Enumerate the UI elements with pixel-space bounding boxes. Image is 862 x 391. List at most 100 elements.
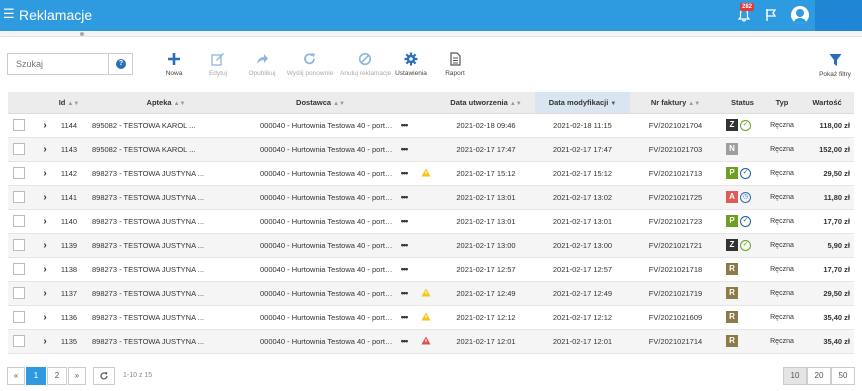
row-checkbox-cell	[8, 233, 36, 258]
expand-row-icon[interactable]: ›	[36, 257, 54, 282]
table-row[interactable]: › 1139 898273 - TESTOWA JUSTYNA ... 000040 …	[8, 233, 854, 258]
refresh-icon	[304, 53, 315, 65]
column-header-modified[interactable]: Data modyfikacji ▼	[535, 92, 630, 114]
page-size-10[interactable]: 10	[783, 367, 807, 385]
row-checkbox[interactable]	[13, 215, 25, 227]
expand-row-icon[interactable]: ›	[36, 233, 54, 258]
page-1-button[interactable]: 1	[26, 367, 46, 385]
row-checkbox[interactable]	[13, 239, 25, 251]
page-size-50[interactable]: 50	[831, 367, 855, 385]
row-actions-button[interactable]: •••	[393, 209, 415, 234]
row-actions-button[interactable]: •••	[393, 281, 415, 306]
row-delivery: 000040 - Hurtownia Testowa 40 - portal E…	[248, 257, 393, 282]
row-type: Ręczna	[764, 233, 800, 258]
row-checkbox[interactable]	[13, 191, 25, 203]
column-header-created[interactable]: Data utworzenia ▲▼	[437, 92, 535, 114]
column-header-value[interactable]: Wartość	[800, 92, 854, 114]
row-checkbox[interactable]	[13, 311, 25, 323]
column-header-id[interactable]: Id ▲▼	[54, 92, 84, 114]
user-menu[interactable]	[815, 0, 862, 31]
row-status: Z ✓	[721, 113, 764, 138]
column-header-pharmacy[interactable]: Apteka ▲▼	[84, 92, 248, 114]
row-created: 2021-02-17 12:12	[437, 305, 535, 330]
row-type: Ręczna	[764, 161, 800, 186]
row-value: 29,50 zł	[800, 161, 854, 186]
show-filters-button[interactable]: Pokaż filtry	[813, 53, 857, 78]
sort-icon: ▲▼	[173, 100, 186, 107]
search-input[interactable]	[7, 53, 108, 75]
table-row[interactable]: › 1140 898273 - TESTOWA JUSTYNA ... 000040 …	[8, 209, 854, 234]
report-button[interactable]: Raport	[430, 52, 480, 77]
row-checkbox[interactable]	[13, 143, 25, 155]
row-warning	[415, 281, 437, 306]
expand-row-icon[interactable]: ›	[36, 305, 54, 330]
row-checkbox[interactable]	[13, 167, 25, 179]
user-avatar-icon[interactable]	[791, 6, 809, 24]
column-header-invoice[interactable]: Nr faktury ▲▼	[630, 92, 721, 114]
row-warning	[415, 305, 437, 330]
row-status: P ✓	[721, 161, 764, 186]
refresh-button[interactable]	[93, 367, 115, 385]
row-warning	[415, 233, 437, 258]
row-actions-button[interactable]: •••	[393, 161, 415, 186]
row-checkbox[interactable]	[13, 263, 25, 275]
row-actions-button[interactable]: •••	[393, 233, 415, 258]
gear-icon	[404, 52, 418, 66]
settings-button[interactable]: Ustawienia	[386, 52, 436, 77]
table-row[interactable]: › 1136 898273 - TESTOWA JUSTYNA ... 000040 …	[8, 305, 854, 330]
document-icon	[450, 52, 461, 66]
table-row[interactable]: › 1137 898273 - TESTOWA JUSTYNA ... 000040 …	[8, 281, 854, 306]
expand-row-icon[interactable]: ›	[36, 281, 54, 306]
page-size-20[interactable]: 20	[807, 367, 831, 385]
row-id: 1136	[54, 305, 84, 330]
expand-row-icon[interactable]: ›	[36, 209, 54, 234]
row-actions-button[interactable]: •••	[393, 113, 415, 138]
row-invoice: FV/2021021609	[630, 305, 721, 330]
publish-button[interactable]: Opublikuj	[237, 52, 287, 77]
row-actions-button[interactable]: •••	[393, 185, 415, 210]
expand-row-icon[interactable]: ›	[36, 161, 54, 186]
status-badge: N	[726, 143, 738, 155]
row-actions-button[interactable]: •••	[393, 305, 415, 330]
expand-row-icon[interactable]: ›	[36, 329, 54, 354]
resend-button[interactable]: Wyślij ponownie	[285, 52, 335, 77]
status-badge: Z	[726, 239, 738, 251]
row-modified: 2021-02-17 12:01	[535, 329, 630, 354]
row-pharmacy: 898273 - TESTOWA JUSTYNA ...	[84, 233, 248, 258]
expand-row-icon[interactable]: ›	[36, 137, 54, 162]
flag-icon[interactable]	[765, 8, 777, 22]
prev-page-button[interactable]: «	[7, 367, 25, 385]
table-row[interactable]: › 1143 895082 - TESTOWA KAROL ... 000040 - …	[8, 137, 854, 162]
warning-icon	[421, 168, 431, 176]
row-checkbox[interactable]	[13, 335, 25, 347]
search-help-button[interactable]: ?	[108, 53, 133, 75]
table-row[interactable]: › 1141 898273 - TESTOWA JUSTYNA ... 000040 …	[8, 185, 854, 210]
new-button[interactable]: Nowa	[149, 52, 199, 77]
row-actions-button[interactable]: •••	[393, 257, 415, 282]
next-page-button[interactable]: »	[68, 367, 86, 385]
page-2-button[interactable]: 2	[47, 367, 67, 385]
sort-icon: ▲▼	[509, 100, 522, 107]
row-status: R	[721, 329, 764, 354]
expand-row-icon[interactable]: ›	[36, 185, 54, 210]
table-row[interactable]: › 1138 898273 - TESTOWA JUSTYNA ... 000040 …	[8, 257, 854, 282]
row-checkbox[interactable]	[13, 119, 25, 131]
hamburger-icon[interactable]: ☰	[3, 7, 15, 21]
row-invoice: FV/2021021719	[630, 281, 721, 306]
row-checkbox[interactable]	[13, 287, 25, 299]
row-actions-button[interactable]: •••	[393, 329, 415, 354]
column-header-type[interactable]: Typ	[764, 92, 800, 114]
question-icon: ?	[116, 59, 126, 69]
row-pharmacy: 898273 - TESTOWA JUSTYNA ...	[84, 281, 248, 306]
column-header-delivery[interactable]: Dostawca ▲▼	[248, 92, 393, 114]
expand-row-icon[interactable]: ›	[36, 113, 54, 138]
column-header-status[interactable]: Status	[721, 92, 764, 114]
table-row[interactable]: › 1142 898273 - TESTOWA JUSTYNA ... 000040 …	[8, 161, 854, 186]
row-type: Ręczna	[764, 305, 800, 330]
row-actions-button[interactable]: •••	[393, 137, 415, 162]
row-warning	[415, 137, 437, 162]
edit-button[interactable]: Edytuj	[193, 52, 243, 77]
table-row[interactable]: › 1135 898273 - TESTOWA JUSTYNA ... 000040 …	[8, 329, 854, 354]
table-row[interactable]: › 1144 895082 - TESTOWA KAROL ... 000040 - …	[8, 113, 854, 138]
cancel-complaint-button[interactable]: Anuluj reklamacje	[340, 52, 391, 77]
